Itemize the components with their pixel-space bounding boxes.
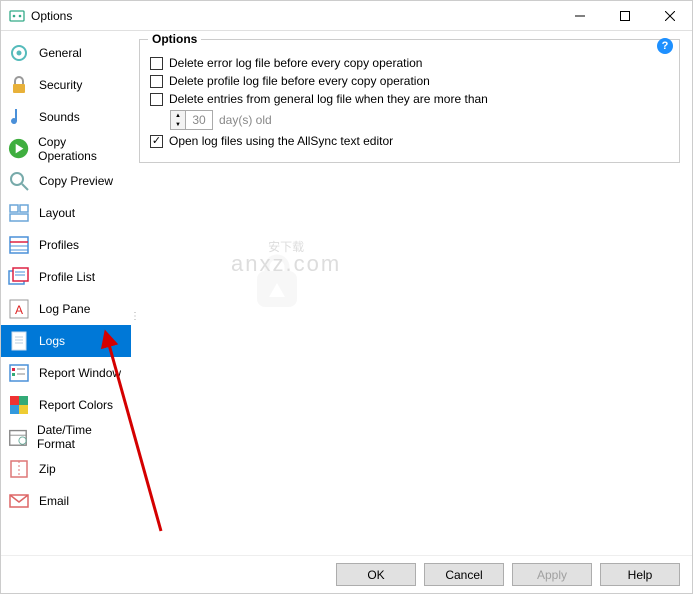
sidebar-item-sounds[interactable]: Sounds [1, 101, 131, 133]
button-bar: OK Cancel Apply Help [1, 555, 692, 593]
spin-up-icon[interactable]: ▲ [171, 111, 185, 120]
help-button[interactable]: Help [600, 563, 680, 586]
gear-icon [7, 41, 31, 65]
label-delete-entries: Delete entries from general log file whe… [169, 92, 488, 106]
sidebar-item-log-pane[interactable]: A Log Pane [1, 293, 131, 325]
spin-down-icon[interactable]: ▼ [171, 120, 185, 129]
layout-icon [7, 201, 31, 225]
sidebar-item-label: Report Colors [39, 398, 113, 412]
options-panel: Options ? Delete error log file before e… [135, 31, 692, 555]
colors-icon [7, 393, 31, 417]
maximize-button[interactable] [602, 1, 647, 30]
sidebar-item-label: Security [39, 78, 82, 92]
sidebar-item-report-window[interactable]: Report Window [1, 357, 131, 389]
sidebar-item-general[interactable]: General [1, 37, 131, 69]
sidebar-item-label: Layout [39, 206, 75, 220]
sidebar-item-label: Email [39, 494, 69, 508]
music-note-icon [7, 105, 31, 129]
sidebar-item-copy-operations[interactable]: Copy Operations [1, 133, 131, 165]
sidebar-item-label: Profile List [39, 270, 95, 284]
days-spinner[interactable]: ▲▼ 30 [170, 110, 213, 130]
font-icon: A [7, 297, 31, 321]
list-icon [7, 233, 31, 257]
app-icon [9, 8, 25, 24]
minimize-button[interactable] [557, 1, 602, 30]
sidebar-item-report-colors[interactable]: Report Colors [1, 389, 131, 421]
help-icon[interactable]: ? [657, 38, 673, 54]
checkbox-delete-error-log[interactable] [150, 57, 163, 70]
ok-button[interactable]: OK [336, 563, 416, 586]
sidebar-item-zip[interactable]: Zip [1, 453, 131, 485]
sidebar-item-label: Logs [39, 334, 65, 348]
magnifier-icon [7, 169, 31, 193]
sidebar-item-profile-list[interactable]: Profile List [1, 261, 131, 293]
label-open-log-editor: Open log files using the AllSync text ed… [169, 134, 393, 148]
checkbox-open-log-editor[interactable] [150, 135, 163, 148]
days-value: 30 [186, 113, 212, 127]
zip-icon [7, 457, 31, 481]
label-delete-profile-log: Delete profile log file before every cop… [169, 74, 430, 88]
days-unit: day(s) old [219, 113, 272, 127]
sidebar-item-label: Report Window [39, 366, 121, 380]
label-delete-error-log: Delete error log file before every copy … [169, 56, 422, 70]
sidebar-item-label: General [39, 46, 82, 60]
calendar-icon [7, 425, 29, 449]
apply-button: Apply [512, 563, 592, 586]
cancel-button[interactable]: Cancel [424, 563, 504, 586]
window-title: Options [31, 9, 557, 23]
sidebar-item-label: Log Pane [39, 302, 90, 316]
checkbox-delete-profile-log[interactable] [150, 75, 163, 88]
sidebar-item-email[interactable]: Email [1, 485, 131, 517]
sidebar: General Security Sounds Copy Operations … [1, 31, 131, 555]
email-icon [7, 489, 31, 513]
document-icon [7, 329, 31, 353]
lock-icon [7, 73, 31, 97]
sidebar-resizer[interactable] [131, 31, 135, 555]
play-icon [7, 137, 30, 161]
close-button[interactable] [647, 1, 692, 30]
report-icon [7, 361, 31, 385]
sidebar-item-label: Profiles [39, 238, 79, 252]
sidebar-item-copy-preview[interactable]: Copy Preview [1, 165, 131, 197]
checkbox-delete-entries[interactable] [150, 93, 163, 106]
sidebar-item-datetime-format[interactable]: Date/Time Format [1, 421, 131, 453]
sidebar-item-label: Zip [39, 462, 56, 476]
title-bar: Options [1, 1, 692, 31]
sidebar-item-label: Copy Operations [38, 135, 125, 163]
sidebar-item-label: Sounds [39, 110, 80, 124]
panel-title: Options [148, 32, 201, 46]
sidebar-item-security[interactable]: Security [1, 69, 131, 101]
svg-text:A: A [15, 303, 23, 317]
sidebar-item-profiles[interactable]: Profiles [1, 229, 131, 261]
sidebar-item-layout[interactable]: Layout [1, 197, 131, 229]
sidebar-item-logs[interactable]: Logs [1, 325, 131, 357]
profile-list-icon [7, 265, 31, 289]
sidebar-item-label: Date/Time Format [37, 423, 125, 451]
sidebar-item-label: Copy Preview [39, 174, 113, 188]
